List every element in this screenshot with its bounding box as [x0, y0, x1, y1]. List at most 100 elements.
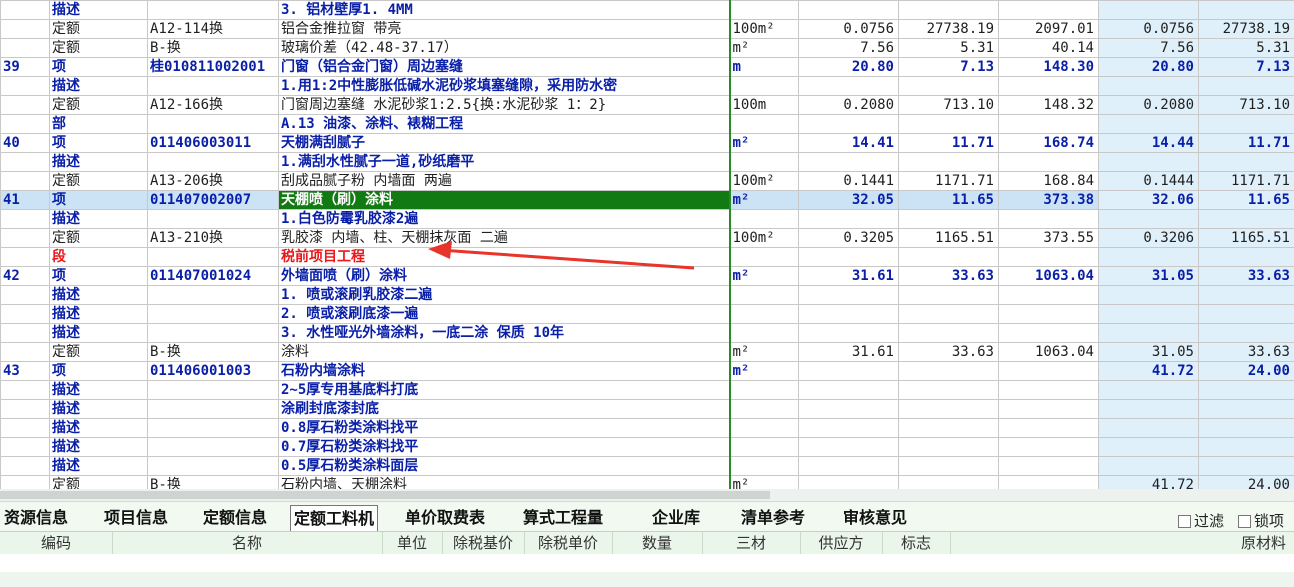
grid-cell[interactable]: 税前项目工程 [278, 247, 731, 267]
grid-cell[interactable]: m [729, 57, 799, 77]
grid-cell[interactable]: m² [729, 133, 799, 153]
grid-cell[interactable] [729, 437, 799, 457]
grid-cell[interactable] [147, 209, 279, 229]
grid-cell[interactable] [1098, 304, 1199, 324]
grid-cell[interactable] [147, 418, 279, 438]
grid-cell[interactable] [0, 437, 50, 457]
grid-cell[interactable]: 涂刷封底漆封底 [278, 399, 731, 419]
grid-cell[interactable] [729, 399, 799, 419]
grid-cell[interactable]: B-换 [147, 342, 279, 362]
grid-cell[interactable] [1198, 114, 1294, 134]
grid-cell[interactable] [0, 304, 50, 324]
grid-cell[interactable]: 713.10 [1198, 95, 1294, 115]
grid-row[interactable]: 40 项 011406003011 天棚满刮腻子 m² 14.41 11.71 168.74 1… [0, 133, 1294, 153]
grid-cell[interactable]: 0.2080 [1098, 95, 1199, 115]
grid-cell[interactable] [0, 19, 50, 39]
grid-cell[interactable] [0, 114, 50, 134]
grid-cell[interactable] [798, 0, 899, 20]
grid-row[interactable]: 描述 1. 喷或滚刷乳胶漆二遍 [0, 285, 1294, 305]
grid-cell[interactable] [1198, 76, 1294, 96]
grid-cell[interactable] [998, 0, 1099, 20]
grid-cell[interactable]: 373.55 [998, 228, 1099, 248]
grid-cell[interactable]: 168.74 [998, 133, 1099, 153]
grid-row[interactable]: 41 项 011407002007 天棚喷（刷）涂料 m² 32.05 11.65 373.3… [0, 190, 1294, 210]
grid-cell[interactable]: 5.31 [898, 38, 999, 58]
grid-cell[interactable]: A.13 油漆、涂料、裱糊工程 [278, 114, 731, 134]
grid-cell[interactable] [1198, 399, 1294, 419]
grid-cell[interactable]: 0.1444 [1098, 171, 1199, 191]
grid-cell[interactable] [798, 209, 899, 229]
grid-cell[interactable]: 11.65 [1198, 190, 1294, 210]
grid-cell[interactable]: 石粉内墙涂料 [278, 361, 731, 381]
grid-cell[interactable] [898, 323, 999, 343]
grid-cell[interactable]: 713.10 [898, 95, 999, 115]
grid-cell[interactable]: 7.13 [1198, 57, 1294, 77]
tab-project-info[interactable]: 项目信息 [104, 507, 168, 529]
grid-cell[interactable]: 石粉内墙、天棚涂料 [278, 475, 731, 489]
grid-cell[interactable] [0, 380, 50, 400]
grid-cell[interactable] [729, 380, 799, 400]
grid-cell[interactable]: m² [729, 38, 799, 58]
grid-cell[interactable]: 玻璃价差（42.48-37.17） [278, 38, 731, 58]
grid-cell[interactable] [998, 247, 1099, 267]
grid-cell[interactable] [1098, 114, 1199, 134]
grid-row[interactable]: 42 项 011407001024 外墙面喷（刷）涂料 m² 31.61 33.63 1063… [0, 266, 1294, 286]
grid-cell[interactable]: 项 [49, 57, 148, 77]
grid-row[interactable]: 定额 B-换 石粉内墙、天棚涂料 m² 41.72 24.00 [0, 475, 1294, 489]
grid-cell[interactable]: 33.63 [898, 342, 999, 362]
grid-cell[interactable]: 11.71 [898, 133, 999, 153]
grid-cell[interactable] [798, 437, 899, 457]
grid-cell[interactable]: 33.63 [1198, 342, 1294, 362]
grid-cell[interactable]: 39 [0, 57, 50, 77]
grid-cell[interactable] [0, 456, 50, 476]
grid-cell[interactable] [798, 380, 899, 400]
grid-cell[interactable]: 7.13 [898, 57, 999, 77]
grid-cell[interactable]: 1171.71 [1198, 171, 1294, 191]
grid-cell[interactable] [898, 76, 999, 96]
col-header-unit[interactable]: 单位 [382, 532, 443, 554]
grid-cell[interactable] [1198, 456, 1294, 476]
grid-cell[interactable] [729, 285, 799, 305]
grid-cell[interactable]: 31.05 [1098, 342, 1199, 362]
grid-cell[interactable] [798, 304, 899, 324]
grid-cell[interactable]: 0.3206 [1098, 228, 1199, 248]
grid-cell[interactable] [1098, 247, 1199, 267]
filter-checkbox[interactable]: 过滤 [1178, 510, 1224, 531]
grid-cell[interactable]: B-换 [147, 38, 279, 58]
grid-cell[interactable] [998, 152, 1099, 172]
grid-cell[interactable]: 项 [49, 190, 148, 210]
grid-cell[interactable] [1098, 209, 1199, 229]
grid-cell[interactable]: A12-166换 [147, 95, 279, 115]
grid-cell[interactable]: 7.56 [798, 38, 899, 58]
grid-cell[interactable]: 27738.19 [1198, 19, 1294, 39]
grid-cell[interactable]: 148.30 [998, 57, 1099, 77]
grid-cell[interactable]: 0.7厚石粉类涂料找平 [278, 437, 731, 457]
grid-cell[interactable]: 011407001024 [147, 266, 279, 286]
grid-cell[interactable] [798, 285, 899, 305]
grid-cell[interactable] [898, 285, 999, 305]
grid-cell[interactable] [1098, 76, 1199, 96]
grid-cell[interactable] [1098, 152, 1199, 172]
col-header-raw-material[interactable]: 原材料 [950, 532, 1294, 554]
grid-cell[interactable] [147, 152, 279, 172]
grid-cell[interactable] [0, 323, 50, 343]
grid-cell[interactable]: 20.80 [1098, 57, 1199, 77]
grid-cell[interactable]: 40 [0, 133, 50, 153]
grid-cell[interactable] [798, 456, 899, 476]
grid-cell[interactable] [898, 114, 999, 134]
grid-row[interactable]: 定额 B-换 玻璃价差（42.48-37.17） m² 7.56 5.31 40.14 7.5… [0, 38, 1294, 58]
grid-row[interactable]: 定额 A12-114换 铝合金推拉窗 带亮 100m² 0.0756 27738.19 20… [0, 19, 1294, 39]
grid-cell[interactable] [729, 76, 799, 96]
grid-row[interactable]: 描述 0.7厚石粉类涂料找平 [0, 437, 1294, 457]
col-header-name[interactable]: 名称 [112, 532, 383, 554]
grid-cell[interactable] [147, 304, 279, 324]
grid-cell[interactable] [0, 342, 50, 362]
grid-row[interactable]: 描述 2~5厚专用基底料打底 [0, 380, 1294, 400]
grid-cell[interactable]: 描述 [49, 323, 148, 343]
grid-cell[interactable] [147, 456, 279, 476]
grid-cell[interactable]: 40.14 [998, 38, 1099, 58]
grid-cell[interactable] [1198, 152, 1294, 172]
grid-cell[interactable]: 14.41 [798, 133, 899, 153]
grid-cell[interactable] [798, 152, 899, 172]
grid-cell[interactable]: 32.06 [1098, 190, 1199, 210]
